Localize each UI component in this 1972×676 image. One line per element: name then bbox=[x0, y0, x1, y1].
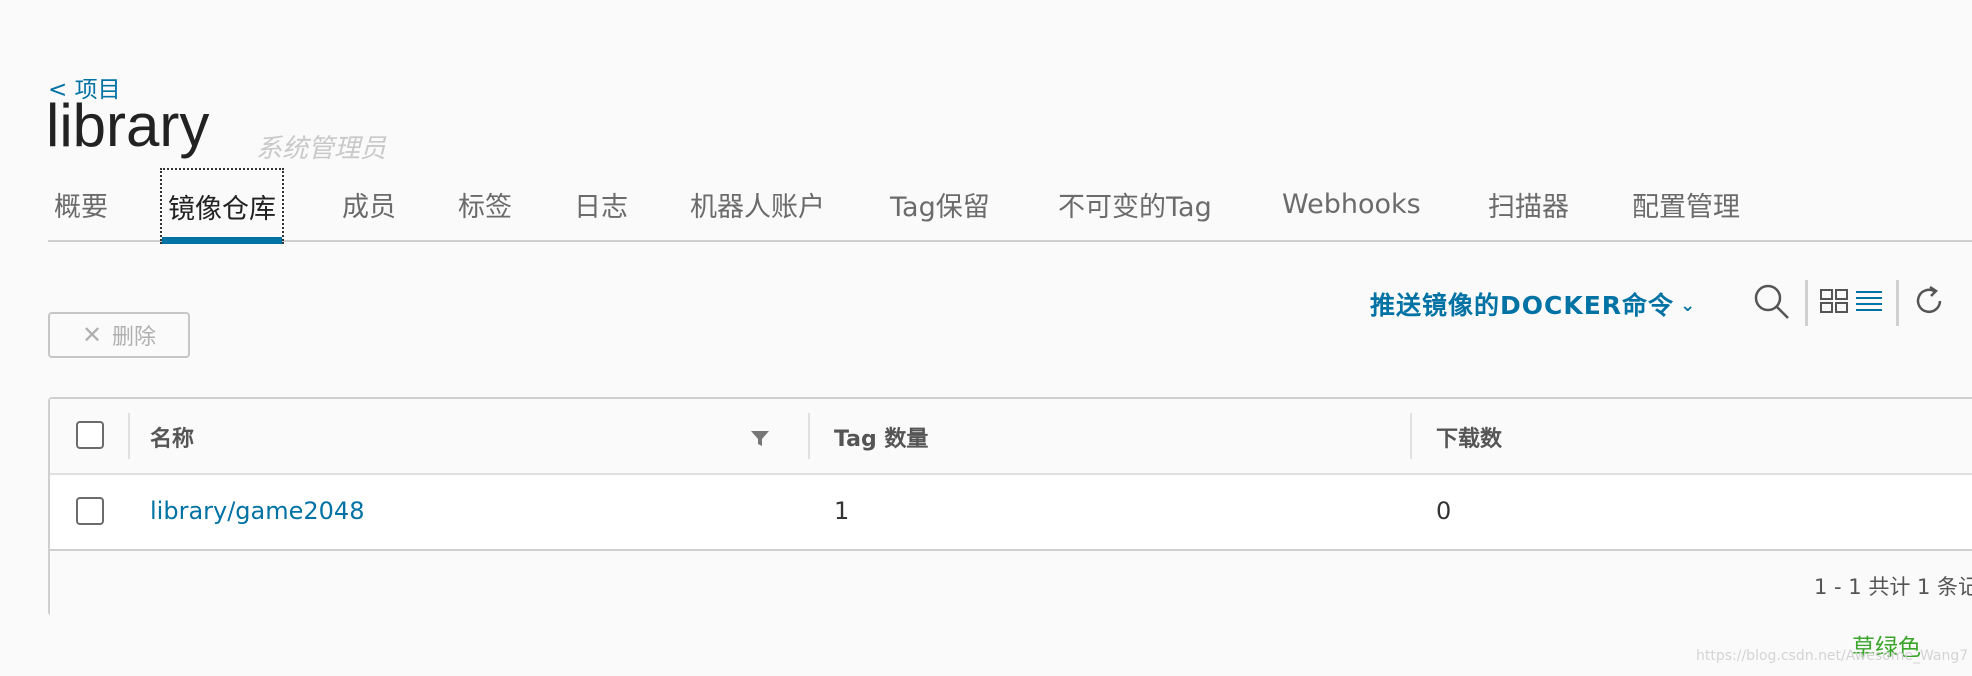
column-divider bbox=[128, 413, 130, 459]
table-header: 名称 Tag 数量 下载数 bbox=[50, 399, 1972, 475]
table-footer: 1 - 1 共计 1 条记录 bbox=[50, 551, 1972, 616]
repository-name-link[interactable]: library/game2048 bbox=[150, 497, 364, 525]
row-checkbox[interactable] bbox=[76, 497, 104, 525]
push-command-dropdown[interactable]: 推送镜像的DOCKER命令 ⌄ bbox=[1370, 286, 1696, 322]
tab-members[interactable]: 成员 bbox=[342, 168, 396, 240]
tab-immutable-tags[interactable]: 不可变的Tag bbox=[1058, 168, 1212, 240]
downloads-value: 0 bbox=[1436, 497, 1452, 525]
tab-tag-retention[interactable]: Tag保留 bbox=[890, 168, 990, 240]
refresh-icon[interactable] bbox=[1912, 284, 1946, 318]
delete-label: 删除 bbox=[112, 324, 157, 349]
watermark-text: https://blog.csdn.net/Awesome_Wang7 bbox=[1696, 648, 1969, 664]
repository-table: 名称 Tag 数量 下载数 library/game2048 1 0 1 - 1… bbox=[48, 397, 1972, 616]
chevron-down-icon: ⌄ bbox=[1680, 295, 1697, 316]
tab-logs[interactable]: 日志 bbox=[574, 168, 628, 240]
column-divider bbox=[1410, 413, 1412, 459]
close-icon: ✕ bbox=[81, 321, 103, 349]
card-view-icon[interactable] bbox=[1820, 288, 1850, 314]
tab-configuration[interactable]: 配置管理 bbox=[1632, 168, 1740, 240]
push-command-label: 推送镜像的DOCKER命令 bbox=[1370, 291, 1675, 320]
toolbar-divider bbox=[1805, 280, 1808, 326]
tab-robot-accounts[interactable]: 机器人账户 bbox=[690, 168, 825, 240]
column-header-tag-count[interactable]: Tag 数量 bbox=[834, 421, 928, 453]
tab-summary[interactable]: 概要 bbox=[54, 168, 108, 240]
column-header-downloads[interactable]: 下载数 bbox=[1436, 421, 1502, 453]
filter-icon[interactable] bbox=[750, 429, 770, 447]
page-title: library bbox=[46, 92, 210, 159]
tab-repositories[interactable]: 镜像仓库 bbox=[160, 168, 284, 244]
tab-scanners[interactable]: 扫描器 bbox=[1488, 168, 1569, 240]
table-row[interactable]: library/game2048 1 0 bbox=[50, 475, 1972, 551]
tab-labels[interactable]: 标签 bbox=[458, 168, 512, 240]
tab-bar: 概要 镜像仓库 成员 标签 日志 机器人账户 Tag保留 不可变的Tag Web… bbox=[48, 168, 1972, 244]
tag-count-value: 1 bbox=[834, 497, 850, 525]
search-icon[interactable] bbox=[1752, 282, 1792, 322]
select-all-checkbox[interactable] bbox=[76, 421, 104, 449]
toolbar-divider bbox=[1896, 280, 1899, 326]
pagination-summary: 1 - 1 共计 1 条记录 bbox=[1814, 575, 1972, 599]
role-label: 系统管理员 bbox=[256, 134, 387, 164]
list-view-icon[interactable] bbox=[1854, 288, 1884, 314]
column-header-name[interactable]: 名称 bbox=[150, 421, 194, 453]
tab-webhooks[interactable]: Webhooks bbox=[1282, 168, 1421, 240]
delete-button[interactable]: ✕ 删除 bbox=[48, 312, 190, 358]
column-divider bbox=[808, 413, 810, 459]
